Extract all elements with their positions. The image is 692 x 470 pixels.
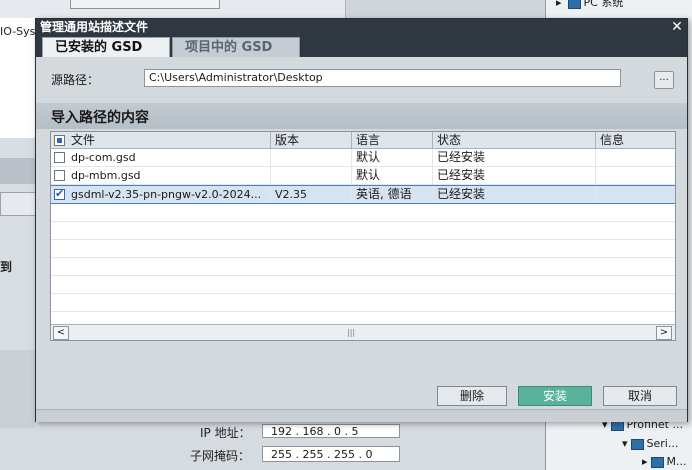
column-header-info[interactable]: 信息 xyxy=(596,132,675,148)
folder-icon xyxy=(650,456,664,468)
cell-version xyxy=(271,167,352,184)
gsd-file-table: 文件 版本 语言 状态 信息 dp-com.gsd 默认 已经安装 dp-mbm… xyxy=(50,131,676,341)
cell-language: 默认 xyxy=(352,167,433,184)
folder-icon xyxy=(630,438,644,450)
select-all-checkbox[interactable] xyxy=(54,135,65,146)
table-row[interactable]: dp-com.gsd 默认 已经安装 xyxy=(51,149,675,167)
cell-file: gsdml-v2.35-pn-pngw-v2.0-2024... xyxy=(51,186,271,203)
source-path-label: 源路径： xyxy=(51,73,100,87)
background-left-strip xyxy=(0,158,35,184)
background-header-strip xyxy=(345,0,546,18)
column-header-file[interactable]: 文件 xyxy=(51,132,271,148)
cell-language: 英语, 德语 xyxy=(352,186,433,203)
subnet-mask-label: 子网掩码： xyxy=(190,449,251,463)
close-icon[interactable]: ✕ xyxy=(669,19,685,35)
dialog-footer xyxy=(36,409,687,422)
background-left-field xyxy=(0,192,37,216)
table-row-selected[interactable]: gsdml-v2.35-pn-pngw-v2.0-2024... V2.35 英… xyxy=(51,185,675,204)
table-row[interactable]: dp-mbm.gsd 默认 已经安装 xyxy=(51,167,675,185)
tree-item-serial[interactable]: ▾ Seri... xyxy=(622,437,678,450)
empty-row xyxy=(51,240,675,258)
column-header-status[interactable]: 状态 xyxy=(433,132,596,148)
scroll-right-button[interactable]: > xyxy=(656,326,672,340)
scroll-left-button[interactable]: < xyxy=(53,326,69,340)
cell-status: 已经安装 xyxy=(433,186,596,203)
pc-system-icon xyxy=(567,0,581,9)
empty-row xyxy=(51,258,675,276)
browse-button[interactable]: ... xyxy=(654,71,674,89)
dialog-title: 管理通用站描述文件 xyxy=(40,20,149,34)
tree-item-module[interactable]: ▸ M... xyxy=(642,455,687,468)
ip-address-label: IP 地址： xyxy=(200,426,251,440)
install-button[interactable]: 安装 xyxy=(518,386,592,406)
background-left-lower xyxy=(0,350,35,430)
tab-project-gsd[interactable]: 项目中的 GSD xyxy=(172,37,300,57)
cell-version: V2.35 xyxy=(271,186,352,203)
subnet-mask-field[interactable]: 255 . 255 . 255 . 0 xyxy=(262,446,400,462)
cell-file: dp-mbm.gsd xyxy=(51,167,271,184)
empty-row xyxy=(51,276,675,294)
manage-gsd-dialog: 管理通用站描述文件 ✕ 已安装的 GSD 项目中的 GSD 源路径： C:\Us… xyxy=(35,18,688,422)
empty-row xyxy=(51,294,675,312)
tree-item-pc-system[interactable]: ▸ PC 系统 xyxy=(556,0,623,10)
installed-gsd-panel: 源路径： C:\Users\Administrator\Desktop ... … xyxy=(36,57,687,422)
column-header-language[interactable]: 语言 xyxy=(352,132,433,148)
empty-row xyxy=(51,204,675,222)
cell-version xyxy=(271,149,352,166)
delete-button[interactable]: 删除 xyxy=(437,386,507,406)
cell-info xyxy=(596,167,675,184)
cancel-button[interactable]: 取消 xyxy=(603,386,677,406)
tab-bar: 已安装的 GSD 项目中的 GSD xyxy=(36,35,687,57)
cell-status: 已经安装 xyxy=(433,167,596,184)
dialog-titlebar[interactable]: 管理通用站描述文件 ✕ xyxy=(36,19,687,35)
horizontal-scrollbar[interactable]: < ||| > xyxy=(51,324,675,340)
scroll-grip-icon: ||| xyxy=(347,328,356,337)
column-header-version[interactable]: 版本 xyxy=(271,132,352,148)
section-title: 导入路径的内容 xyxy=(51,110,149,126)
table-header: 文件 版本 语言 状态 信息 xyxy=(51,132,675,149)
tab-installed-gsd[interactable]: 已安装的 GSD xyxy=(42,37,170,57)
cell-language: 默认 xyxy=(352,149,433,166)
source-path-input[interactable]: C:\Users\Administrator\Desktop xyxy=(144,69,621,87)
cell-status: 已经安装 xyxy=(433,149,596,166)
background-left-bold-label: 到 xyxy=(0,260,13,274)
ip-address-field[interactable]: 192 . 168 . 0 . 5 xyxy=(262,424,400,438)
background-device-box xyxy=(70,0,220,9)
cell-info xyxy=(596,149,675,166)
cell-file: dp-com.gsd xyxy=(51,149,271,166)
cell-info xyxy=(596,186,675,203)
empty-row xyxy=(51,222,675,240)
background-left-label: IO-Sys xyxy=(0,25,36,38)
